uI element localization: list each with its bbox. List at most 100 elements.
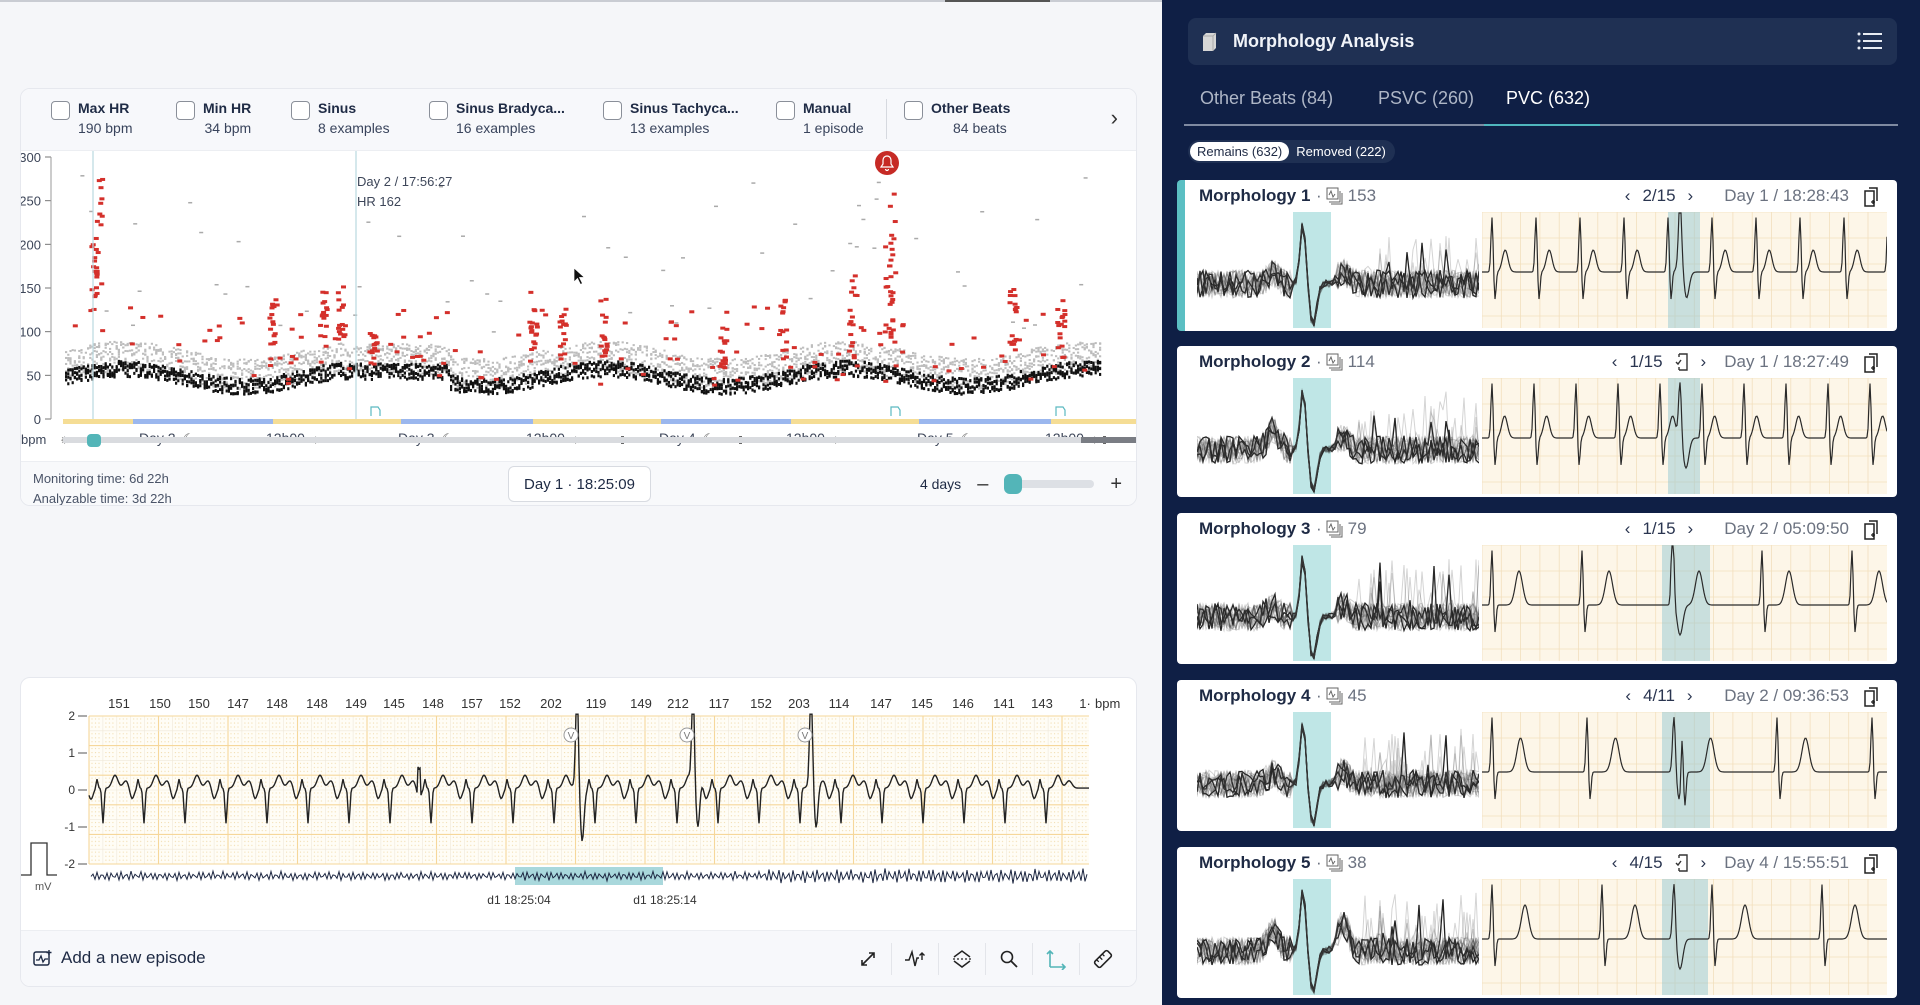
hr-point [969, 379, 972, 383]
hr-point-gray [1094, 342, 1097, 345]
hr-point-gray [747, 371, 750, 374]
hr-point-gray [243, 368, 246, 371]
hr-point [122, 361, 125, 365]
hr-point-gray [73, 361, 76, 364]
hr-point-gray [887, 363, 890, 366]
hr-point-gray [430, 373, 433, 376]
filter-sinus-tachycardia[interactable]: Sinus Tachyca... 13 examples [603, 99, 739, 138]
hr-point-gray [764, 365, 767, 368]
hr-point [65, 378, 68, 382]
hr-point [755, 381, 758, 385]
hr-point-gray [566, 366, 569, 369]
hr-point [181, 378, 184, 382]
hr-point-gray [1061, 351, 1064, 354]
hr-point [164, 377, 167, 381]
hr-point-gray [115, 346, 118, 349]
hr-point-gray [337, 342, 340, 345]
hr-point [841, 367, 844, 371]
hr-point-ectopic [94, 272, 100, 276]
filter-sinus[interactable]: Sinus 8 examples [291, 99, 390, 138]
hr-point [835, 361, 838, 365]
hr-point [177, 379, 180, 383]
hr-point-gray [447, 348, 450, 351]
filters-next-chevron-icon[interactable]: › [1111, 105, 1118, 131]
hr-point-gray [155, 352, 158, 355]
hr-point [597, 360, 600, 364]
hr-point [307, 377, 310, 381]
hr-trend-chart[interactable]: 300250200150100500bpm ☼Day 2☾12h00☼Day 3… [21, 151, 1136, 451]
checkbox[interactable] [776, 101, 795, 120]
hr-point-gray [126, 361, 129, 364]
hr-point-gray [227, 366, 230, 369]
hr-point-gray [859, 359, 862, 362]
hr-point-gray [205, 363, 208, 366]
hr-point-gray [982, 369, 985, 372]
hr-point-gray [120, 341, 123, 344]
hr-point-gray [894, 350, 897, 353]
hr-point-gray [137, 349, 140, 352]
hr-point-ectopic [720, 359, 726, 363]
hr-outlier [223, 293, 228, 295]
hr-point [733, 391, 736, 395]
filter-min-hr[interactable]: Min HR 34 bpm [176, 99, 251, 138]
hr-point-ectopic [603, 297, 609, 301]
checkbox[interactable] [429, 101, 448, 120]
checkbox[interactable] [176, 101, 195, 120]
hr-point [989, 382, 992, 386]
hr-point-gray [78, 360, 81, 363]
hr-point-gray [714, 358, 717, 361]
hr-point [967, 387, 970, 391]
hr-point-gray [454, 373, 457, 376]
top-scroll-thumb[interactable] [945, 0, 1050, 2]
hr-point-gray [865, 346, 868, 349]
hr-point [428, 364, 431, 368]
hr-point [958, 377, 961, 381]
hr-point [1028, 374, 1031, 378]
filter-manual[interactable]: Manual 1 episode [776, 99, 864, 138]
hr-point-gray [230, 361, 233, 364]
hr-point [403, 364, 406, 368]
checkbox[interactable] [603, 101, 622, 120]
hr-point-gray [991, 376, 994, 379]
hr-point [225, 389, 228, 393]
hr-point [1088, 360, 1091, 364]
hr-point [142, 368, 145, 372]
hr-point-gray [496, 371, 499, 374]
hr-point [287, 387, 290, 391]
checkbox[interactable] [291, 101, 310, 120]
hr-outlier [461, 235, 465, 237]
hr-point-gray [491, 383, 494, 386]
hr-point-gray [799, 347, 802, 350]
filter-sinus-bradycardia[interactable]: Sinus Bradyca... 16 examples [429, 99, 565, 138]
checkbox[interactable] [51, 101, 70, 120]
hr-point-gray [388, 368, 391, 371]
hr-point [696, 377, 699, 381]
hr-point-ectopic [339, 305, 345, 309]
hr-point [549, 380, 552, 384]
hr-point-gray [518, 360, 521, 363]
hr-outlier [304, 310, 309, 312]
hr-point-gray [1068, 370, 1071, 373]
hr-point [986, 377, 989, 381]
hr-outlier [876, 181, 881, 184]
checkbox[interactable] [904, 101, 923, 120]
filter-other-beats[interactable]: Other Beats 84 beats [904, 99, 1010, 138]
hr-point-gray [982, 363, 985, 366]
hr-point-gray [707, 360, 710, 363]
hr-point [729, 387, 732, 391]
hr-point-gray [1019, 364, 1022, 367]
hr-point-ectopic [274, 303, 280, 307]
hr-point [219, 377, 222, 381]
hr-point-gray [634, 350, 637, 353]
hr-point-gray [797, 368, 800, 371]
hr-point-gray [135, 346, 138, 349]
hr-point-gray [896, 355, 899, 358]
hr-point [434, 365, 437, 369]
filter-max-hr[interactable]: Max HR 190 bpm [51, 99, 132, 138]
hr-point-gray [1033, 349, 1036, 352]
hr-point-ectopic [781, 306, 787, 310]
hr-point [656, 381, 659, 385]
hr-point [520, 377, 523, 381]
hr-point-gray [575, 344, 578, 347]
hr-point-gray [71, 349, 74, 352]
